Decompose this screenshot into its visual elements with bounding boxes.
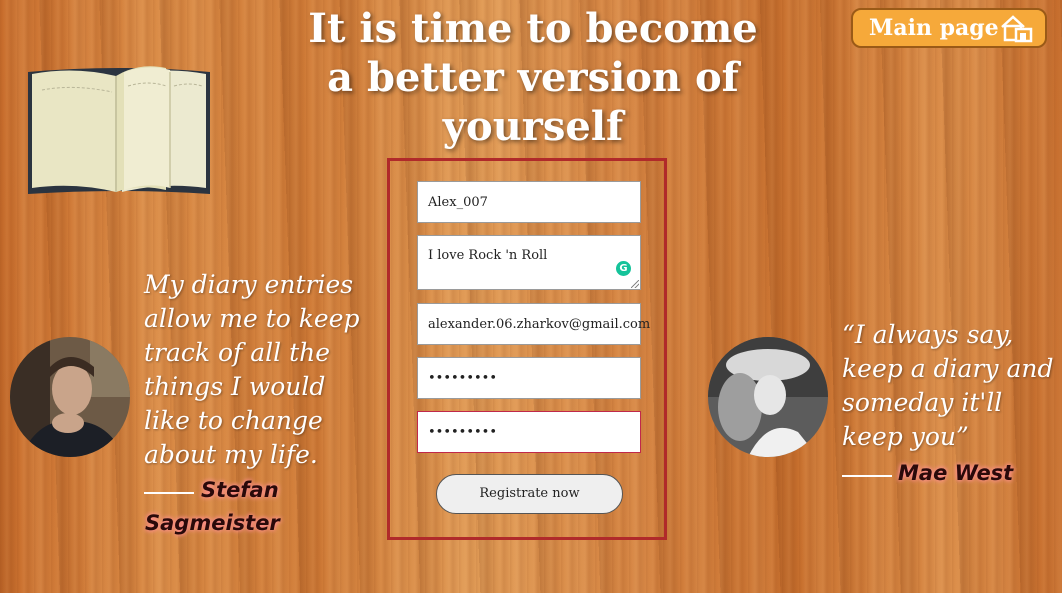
right-quote-text: “I always say, keep a diary and someday … (842, 320, 1054, 451)
title-line-3: yourself (442, 103, 624, 150)
book-icon (28, 66, 210, 194)
right-quote-author: Mae West (898, 461, 1014, 485)
title-line-1: It is time to become (308, 5, 758, 52)
email-value: alexander.06.zharkov@gmail.com (428, 317, 651, 332)
password-value: ••••••••• (428, 371, 498, 386)
password-input[interactable]: ••••••••• (417, 357, 641, 399)
registrate-button[interactable]: Registrate now (436, 474, 623, 514)
main-page-button[interactable]: Main page (851, 8, 1047, 48)
page-title: It is time to become a better version of… (300, 4, 766, 151)
main-page-label: Main page (869, 15, 999, 41)
home-icon (1001, 15, 1033, 43)
left-quote-author-last: Sagmeister (145, 511, 280, 535)
left-quote-text: My diary entries allow me to keep track … (144, 270, 360, 469)
about-textarea[interactable]: I love Rock 'n Roll G (417, 235, 641, 290)
stefan-sagmeister-avatar (10, 337, 130, 457)
left-quote-dash (144, 492, 194, 494)
password-confirm-value: ••••••••• (428, 425, 498, 440)
resize-handle[interactable] (631, 280, 639, 288)
username-input[interactable]: Alex_007 (417, 181, 641, 223)
grammarly-icon[interactable]: G (616, 261, 631, 276)
right-quote-dash (842, 475, 892, 477)
password-confirm-input[interactable]: ••••••••• (417, 411, 641, 453)
registration-form: Alex_007 I love Rock 'n Roll G alexander… (387, 158, 667, 540)
title-line-2: a better version of (327, 54, 739, 101)
about-value: I love Rock 'n Roll (428, 248, 548, 263)
username-value: Alex_007 (428, 195, 488, 210)
email-input[interactable]: alexander.06.zharkov@gmail.com (417, 303, 650, 345)
left-quote-author-first: Stefan (201, 478, 279, 502)
mae-west-avatar (708, 337, 828, 457)
